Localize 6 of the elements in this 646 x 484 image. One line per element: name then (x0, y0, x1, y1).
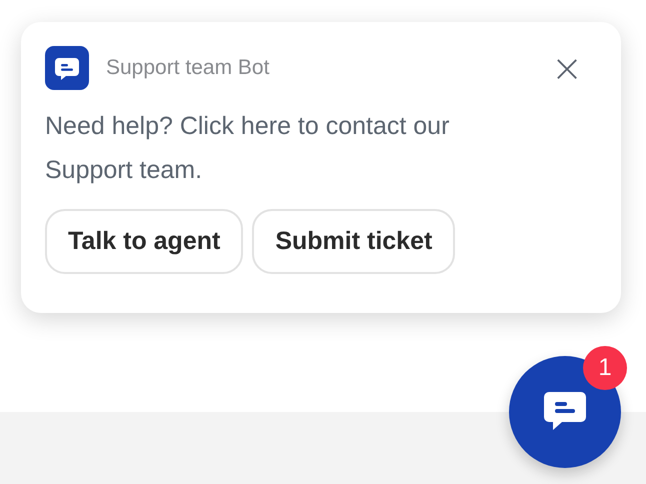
chat-bubble-icon (45, 46, 89, 90)
close-button[interactable]: × (547, 49, 587, 87)
message-text: Need help? Click here to contact our Support team. (45, 111, 450, 186)
action-button[interactable]: Talk to agent (45, 209, 244, 274)
sender-name: Support team Bot (106, 56, 270, 80)
action-button[interactable]: Submit ticket (252, 209, 456, 274)
